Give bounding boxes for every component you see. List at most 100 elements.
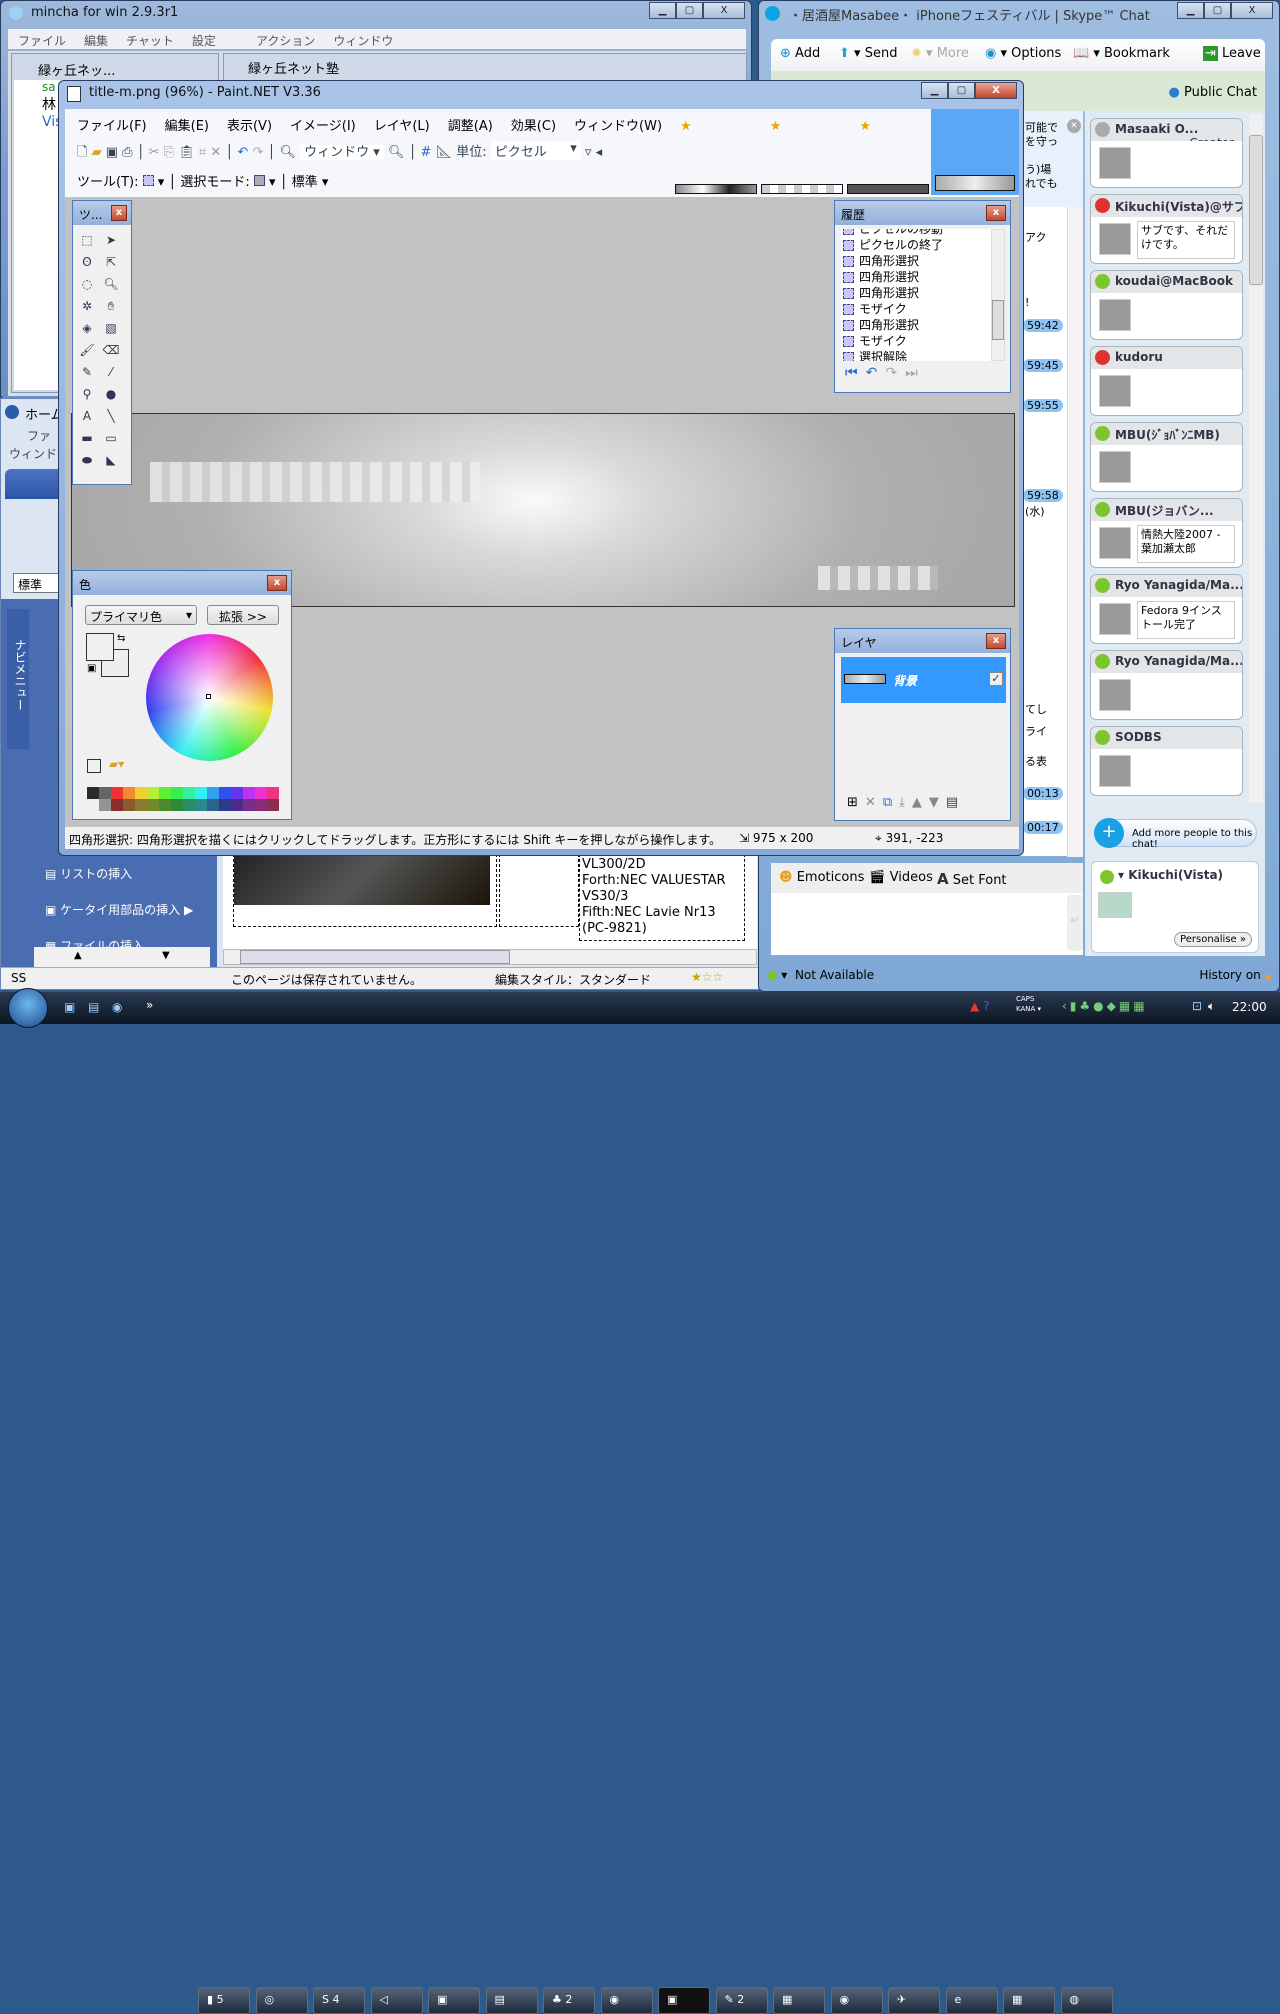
palette-swatch[interactable] <box>243 799 255 811</box>
menu-action[interactable]: アクション <box>256 34 315 48</box>
color-mode-select[interactable]: プライマリ色 ▾ <box>85 605 197 625</box>
participant-avatar[interactable] <box>1099 603 1131 635</box>
rounded-rectangle-tool-icon[interactable]: ▭ <box>102 429 120 447</box>
palette-swatch[interactable] <box>111 787 123 799</box>
crop-icon[interactable]: ⌗ <box>199 145 206 160</box>
taskbar-button[interactable]: ▣ <box>428 1987 480 2014</box>
participant-card[interactable]: Masaaki O... Creator <box>1090 118 1243 188</box>
sidebar-item-insert-mobile[interactable]: ▣ ケータイ用部品の挿入 ▶ <box>45 901 193 918</box>
page-editor[interactable]: VL300/2D Forth:NEC VALUESTAR VS30/3 Fift… <box>223 849 757 949</box>
participant-card[interactable]: koudai@MacBook <box>1090 270 1243 340</box>
taskbar-button[interactable]: ▣ <box>658 1987 710 2014</box>
start-button[interactable] <box>8 988 48 1028</box>
my-name[interactable]: ▾ Kikuchi(Vista) <box>1118 868 1223 882</box>
palette-swatch[interactable] <box>219 787 231 799</box>
rect-select-tool-icon[interactable]: ⬚ <box>78 231 96 249</box>
palette-swatch[interactable] <box>147 799 159 811</box>
close-button[interactable]: x <box>986 205 1006 221</box>
sidebar-item-insert-list[interactable]: ▤ リストの挿入 <box>45 865 132 882</box>
participant-avatar[interactable] <box>1099 147 1131 179</box>
participant-name[interactable]: Ryo Yanagida/Ma... <box>1115 578 1242 592</box>
palette-swatch[interactable] <box>243 787 255 799</box>
emoticons-button[interactable]: ☻ Emoticons <box>779 870 864 885</box>
options-button[interactable]: ◉ ▾ Options <box>985 46 1061 61</box>
history-item[interactable]: モザイク <box>841 333 991 349</box>
paste-icon[interactable]: 📋︎ <box>178 145 195 160</box>
tool-select[interactable]: ▾ <box>142 175 164 190</box>
message-input[interactable]: ↵ <box>771 893 1083 955</box>
star-icon[interactable]: ★ <box>680 119 692 134</box>
menu-chat[interactable]: チャット <box>126 34 174 48</box>
primary-color-swatch[interactable] <box>86 633 114 661</box>
palette-swatch[interactable] <box>255 787 267 799</box>
switch-windows-icon[interactable]: ▤ <box>88 1000 99 1014</box>
minimize-button[interactable]: ▁ <box>649 2 676 19</box>
layer-item[interactable]: 背景 ✓ <box>841 657 1006 703</box>
move-pixels-tool-icon[interactable]: ⇱ <box>102 253 120 271</box>
close-button[interactable]: x <box>267 575 287 591</box>
layer-visibility-checkbox[interactable]: ✓ <box>989 672 1003 686</box>
magic-wand-tool-icon[interactable]: ✲ <box>78 297 96 315</box>
participant-avatar[interactable] <box>1099 755 1131 787</box>
gradient-tool-icon[interactable]: ▧ <box>102 319 120 337</box>
merge-layer-icon[interactable]: ⤓ <box>899 795 912 810</box>
taskbar-button[interactable]: ▤ <box>485 1987 538 2014</box>
participant-card[interactable]: Ryo Yanagida/Ma... <box>1090 650 1243 720</box>
nav-menu-tab[interactable]: ナビメニュー <box>7 609 29 749</box>
participant-avatar[interactable] <box>1099 223 1131 255</box>
palette-swatch[interactable] <box>231 799 243 811</box>
redo-icon[interactable]: ↷ <box>252 145 263 160</box>
show-desktop-icon[interactable]: ▣ <box>64 1000 75 1014</box>
palette-swatch[interactable] <box>123 787 135 799</box>
zoom-in-icon[interactable]: 🔍︎ <box>388 145 405 160</box>
zoom-select[interactable]: ウィンドウ ▾ <box>300 145 384 160</box>
palette-swatch[interactable] <box>123 799 135 811</box>
image-tab-active[interactable] <box>931 109 1019 195</box>
palette-swatch[interactable] <box>147 787 159 799</box>
history-item[interactable]: 四角形選択 <box>841 253 991 269</box>
send-button[interactable]: ⬆ ▾ Send <box>839 46 897 61</box>
taskbar-button[interactable]: ▦ <box>1003 1987 1055 2014</box>
fast-forward-icon[interactable]: ⏭ <box>905 365 926 381</box>
notification-icons[interactable]: ‹▮♣●◆▦▦ <box>1062 999 1148 1013</box>
palette-swatch[interactable] <box>159 787 171 799</box>
palette-swatch[interactable] <box>171 799 183 811</box>
participant-card[interactable]: MBU(ｼﾞｮﾊﾞﾝﾆMB) <box>1090 422 1243 492</box>
taskbar-button[interactable]: ◉ <box>600 1987 653 2014</box>
move-layer-down-icon[interactable]: ▼ <box>929 795 946 810</box>
quicklaunch-overflow[interactable]: » <box>146 998 153 1012</box>
maximize-button[interactable]: ▢ <box>1204 2 1231 19</box>
participant-name[interactable]: Kikuchi(Vista)@サブ <box>1115 200 1242 214</box>
maximize-button[interactable]: ▢ <box>676 2 703 19</box>
pan-tool-icon[interactable]: ✋︎ <box>102 297 120 315</box>
participant-avatar[interactable] <box>1099 679 1131 711</box>
taskbar-button[interactable]: ◎ <box>255 1987 308 2014</box>
taskbar-button[interactable]: ▮ 5 <box>198 1987 250 2014</box>
participant-avatar[interactable] <box>1099 299 1131 331</box>
open-icon[interactable]: ▰ <box>92 145 102 160</box>
clone-stamp-tool-icon[interactable]: ⚲ <box>78 385 96 403</box>
lasso-tool-icon[interactable]: ʘ <box>78 253 96 271</box>
close-button[interactable]: x <box>986 633 1006 649</box>
toolbar-overflow-icon[interactable]: ▿ ◂ <box>585 145 602 160</box>
palette-swatch[interactable] <box>183 799 195 811</box>
print-icon[interactable]: ⎙ <box>122 145 132 160</box>
add-button[interactable]: ⊕ Add <box>780 46 820 61</box>
menu-edit[interactable]: 編集 <box>84 34 108 48</box>
color-wheel[interactable] <box>146 634 273 761</box>
participant-card[interactable]: SODBS <box>1090 726 1243 796</box>
participant-card[interactable]: MBU(ジョバン... 情熱大陸2007 - 葉加瀬太郎 <box>1090 498 1243 568</box>
line-tool-icon[interactable]: ╲ <box>102 407 120 425</box>
palette-swatch[interactable] <box>99 799 111 811</box>
minimize-button[interactable]: ▁ <box>921 82 948 99</box>
undo-icon[interactable]: ↶ <box>237 145 248 160</box>
eraser-tool-icon[interactable]: ⌫ <box>102 341 120 359</box>
taskbar-button[interactable]: ✎ 2 <box>715 1987 768 2014</box>
palette-swatch[interactable] <box>87 787 99 799</box>
reset-colors-icon[interactable]: ▣ <box>87 663 96 674</box>
layer-properties-icon[interactable]: ▤ <box>946 795 965 810</box>
ie-quicklaunch-icon[interactable]: ◉ <box>112 1000 122 1014</box>
palette-swatch[interactable] <box>195 787 207 799</box>
chat-scrollbar[interactable] <box>1067 207 1083 857</box>
palette-swatch[interactable] <box>183 787 195 799</box>
